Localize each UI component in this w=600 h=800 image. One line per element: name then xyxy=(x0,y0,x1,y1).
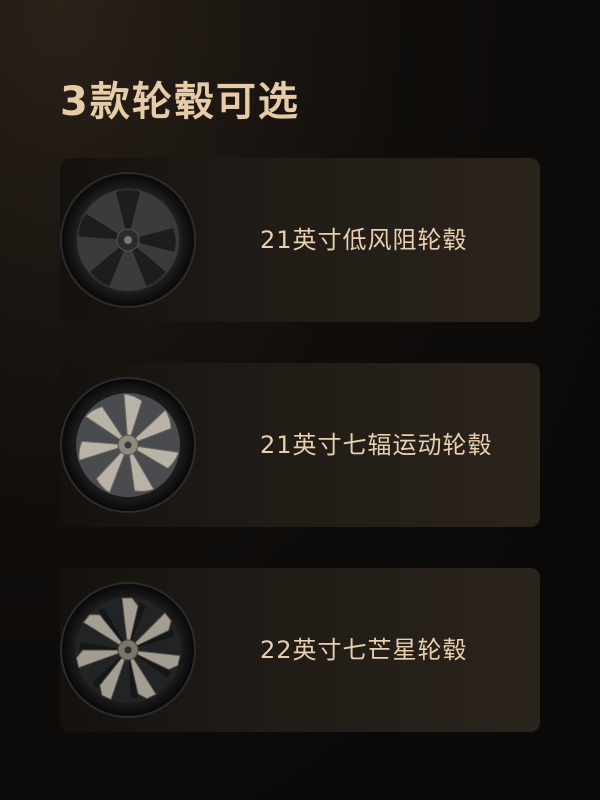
aero-wheel-icon xyxy=(58,170,198,310)
wheel-option-label: 21英寸低风阻轮毂 xyxy=(260,226,468,254)
wheel-option-label: 22英寸七芒星轮毂 xyxy=(260,636,468,664)
seven-spoke-wheel-icon xyxy=(58,375,198,515)
wheel-option-label: 21英寸七辐运动轮毂 xyxy=(260,431,493,459)
wheel-option-card[interactable]: 21英寸七辐运动轮毂 xyxy=(60,363,540,527)
seven-star-wheel-icon xyxy=(58,580,198,720)
wheel-option-card[interactable]: 22英寸七芒星轮毂 xyxy=(60,568,540,732)
wheel-option-card[interactable]: 21英寸低风阻轮毂 xyxy=(60,158,540,322)
page: 3款轮毂可选 21英寸低风阻轮毂 21英寸七辐运动轮毂 22英寸七芒星轮毂 xyxy=(0,0,600,800)
page-title: 3款轮毂可选 xyxy=(60,79,300,125)
